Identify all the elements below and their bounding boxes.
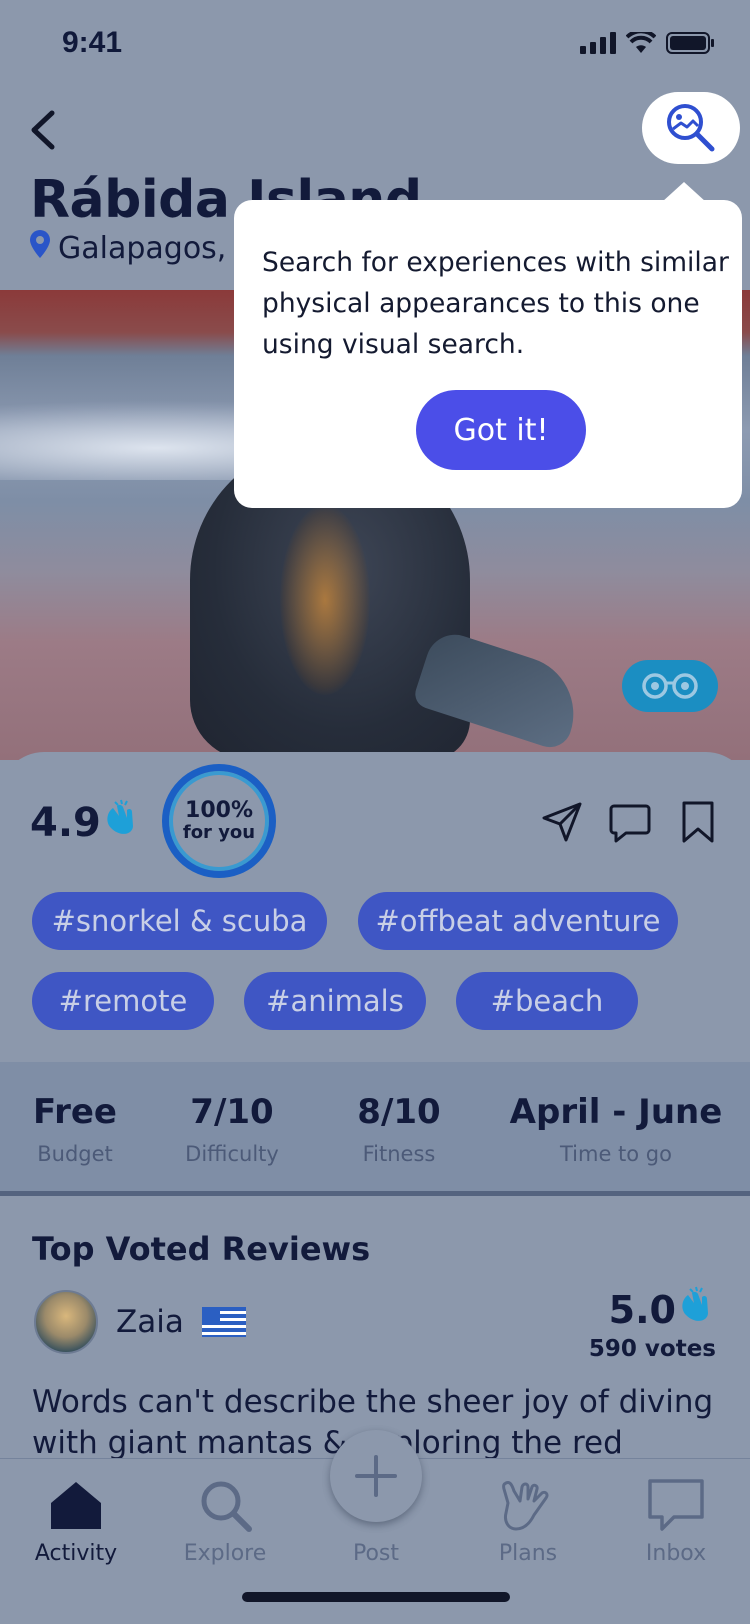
plus-icon bbox=[355, 1455, 397, 1497]
tab-activity[interactable]: Activity bbox=[16, 1475, 136, 1566]
review-score-row: 5.0 bbox=[589, 1285, 716, 1334]
stats-bar: Free Budget 7/10 Difficulty 8/10 Fitness… bbox=[0, 1062, 750, 1196]
tab-inbox[interactable]: Inbox bbox=[616, 1475, 736, 1566]
stat-difficulty: 7/10 Difficulty bbox=[172, 1092, 292, 1166]
tab-label: Inbox bbox=[645, 1541, 707, 1566]
tooltip-text: Search for experiences with similar phys… bbox=[262, 247, 729, 360]
tab-label: Post bbox=[352, 1541, 400, 1566]
tag-chip[interactable]: #remote bbox=[32, 972, 214, 1030]
visual-search-tooltip: Search for experiences with similar phys… bbox=[234, 182, 742, 508]
signal-icon bbox=[580, 32, 616, 58]
reviewer-name[interactable]: Zaia bbox=[116, 1304, 184, 1340]
search-icon bbox=[201, 1481, 252, 1532]
chat-icon bbox=[648, 1479, 704, 1531]
avatar[interactable] bbox=[34, 1290, 98, 1354]
stat-value: Free bbox=[33, 1092, 117, 1132]
status-icons bbox=[580, 29, 714, 58]
tag-chip[interactable]: #animals bbox=[244, 972, 426, 1030]
tag-chip[interactable]: #offbeat adventure bbox=[358, 892, 678, 950]
screen: 9:41 Rábida Island Galapagos, 4.9 100% f… bbox=[0, 0, 750, 1624]
rating: 4.9 bbox=[30, 798, 141, 848]
location-text: Galapagos, bbox=[58, 230, 227, 266]
post-button[interactable] bbox=[330, 1430, 422, 1522]
action-buttons bbox=[540, 800, 720, 844]
visual-search-button[interactable] bbox=[642, 92, 740, 164]
got-it-button[interactable]: Got it! bbox=[416, 390, 586, 470]
wifi-icon bbox=[625, 29, 657, 58]
stat-fitness: 8/10 Fitness bbox=[344, 1092, 454, 1166]
hero-highlight bbox=[280, 505, 370, 695]
tab-explore[interactable]: Explore bbox=[165, 1475, 285, 1566]
match-label: for you bbox=[182, 822, 256, 843]
clap-icon bbox=[101, 798, 141, 848]
clap-icon bbox=[676, 1285, 716, 1334]
review-votes: 590 votes bbox=[588, 1336, 716, 1362]
tab-label: Activity bbox=[34, 1541, 118, 1566]
rating-value: 4.9 bbox=[30, 800, 101, 846]
tag-chip[interactable]: #snorkel & scuba bbox=[32, 892, 327, 950]
stat-value: 7/10 bbox=[190, 1092, 274, 1132]
comment-button[interactable] bbox=[608, 800, 652, 844]
image-search-icon bbox=[667, 104, 715, 152]
reviewer[interactable]: Zaia bbox=[34, 1290, 246, 1354]
tab-label: Plans bbox=[498, 1541, 558, 1566]
location: Galapagos, bbox=[30, 230, 226, 266]
bookmark-icon bbox=[682, 801, 714, 843]
home-indicator bbox=[242, 1592, 510, 1602]
stat-value: 8/10 bbox=[357, 1092, 441, 1132]
home-icon bbox=[51, 1482, 101, 1529]
review-score: 5.0 590 votes bbox=[589, 1285, 716, 1362]
battery-icon bbox=[666, 32, 714, 58]
match-ring: 100% for you bbox=[162, 764, 276, 878]
send-icon bbox=[542, 802, 582, 842]
glasses-icon bbox=[642, 673, 698, 699]
back-button[interactable] bbox=[26, 105, 66, 155]
stat-label: Budget bbox=[37, 1142, 113, 1166]
stat-budget: Free Budget bbox=[30, 1092, 120, 1166]
bookmark-button[interactable] bbox=[676, 800, 720, 844]
stat-label: Difficulty bbox=[185, 1142, 279, 1166]
greece-flag-icon bbox=[201, 1307, 246, 1337]
tag-chip[interactable]: #beach bbox=[456, 972, 638, 1030]
comment-icon bbox=[609, 804, 651, 843]
stat-time-to-go: April - June Time to go bbox=[500, 1092, 732, 1166]
map-pin-icon bbox=[30, 230, 50, 266]
view-360-button[interactable] bbox=[622, 660, 718, 712]
chevron-left-icon bbox=[31, 110, 55, 150]
review-score-value: 5.0 bbox=[608, 1287, 676, 1332]
match-percent: 100% bbox=[185, 798, 253, 823]
tab-label: Explore bbox=[183, 1541, 267, 1566]
stat-label: Time to go bbox=[559, 1142, 672, 1166]
tab-plans[interactable]: Plans bbox=[468, 1475, 588, 1566]
status-time: 9:41 bbox=[62, 26, 123, 59]
reviews-title: Top Voted Reviews bbox=[32, 1230, 371, 1268]
stat-label: Fitness bbox=[362, 1142, 436, 1166]
hand-icon bbox=[502, 1481, 549, 1531]
share-button[interactable] bbox=[540, 800, 584, 844]
stat-value: April - June bbox=[509, 1092, 723, 1132]
